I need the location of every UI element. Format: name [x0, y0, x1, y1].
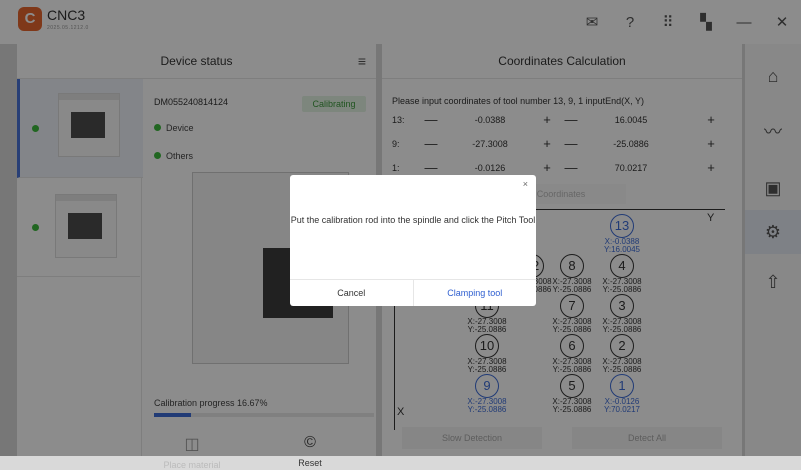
calibration-dialog: × Put the calibration rod into the spind…: [290, 175, 536, 306]
clamping-tool-button[interactable]: Clamping tool: [414, 280, 537, 306]
reset-label: Reset: [298, 458, 322, 468]
close-icon[interactable]: ×: [523, 179, 528, 189]
dialog-message: Put the calibration rod into the spindle…: [290, 215, 536, 225]
dialog-footer: Cancel Clamping tool: [290, 279, 536, 306]
cancel-button[interactable]: Cancel: [290, 280, 414, 306]
place-material-label: Place material: [163, 460, 221, 470]
